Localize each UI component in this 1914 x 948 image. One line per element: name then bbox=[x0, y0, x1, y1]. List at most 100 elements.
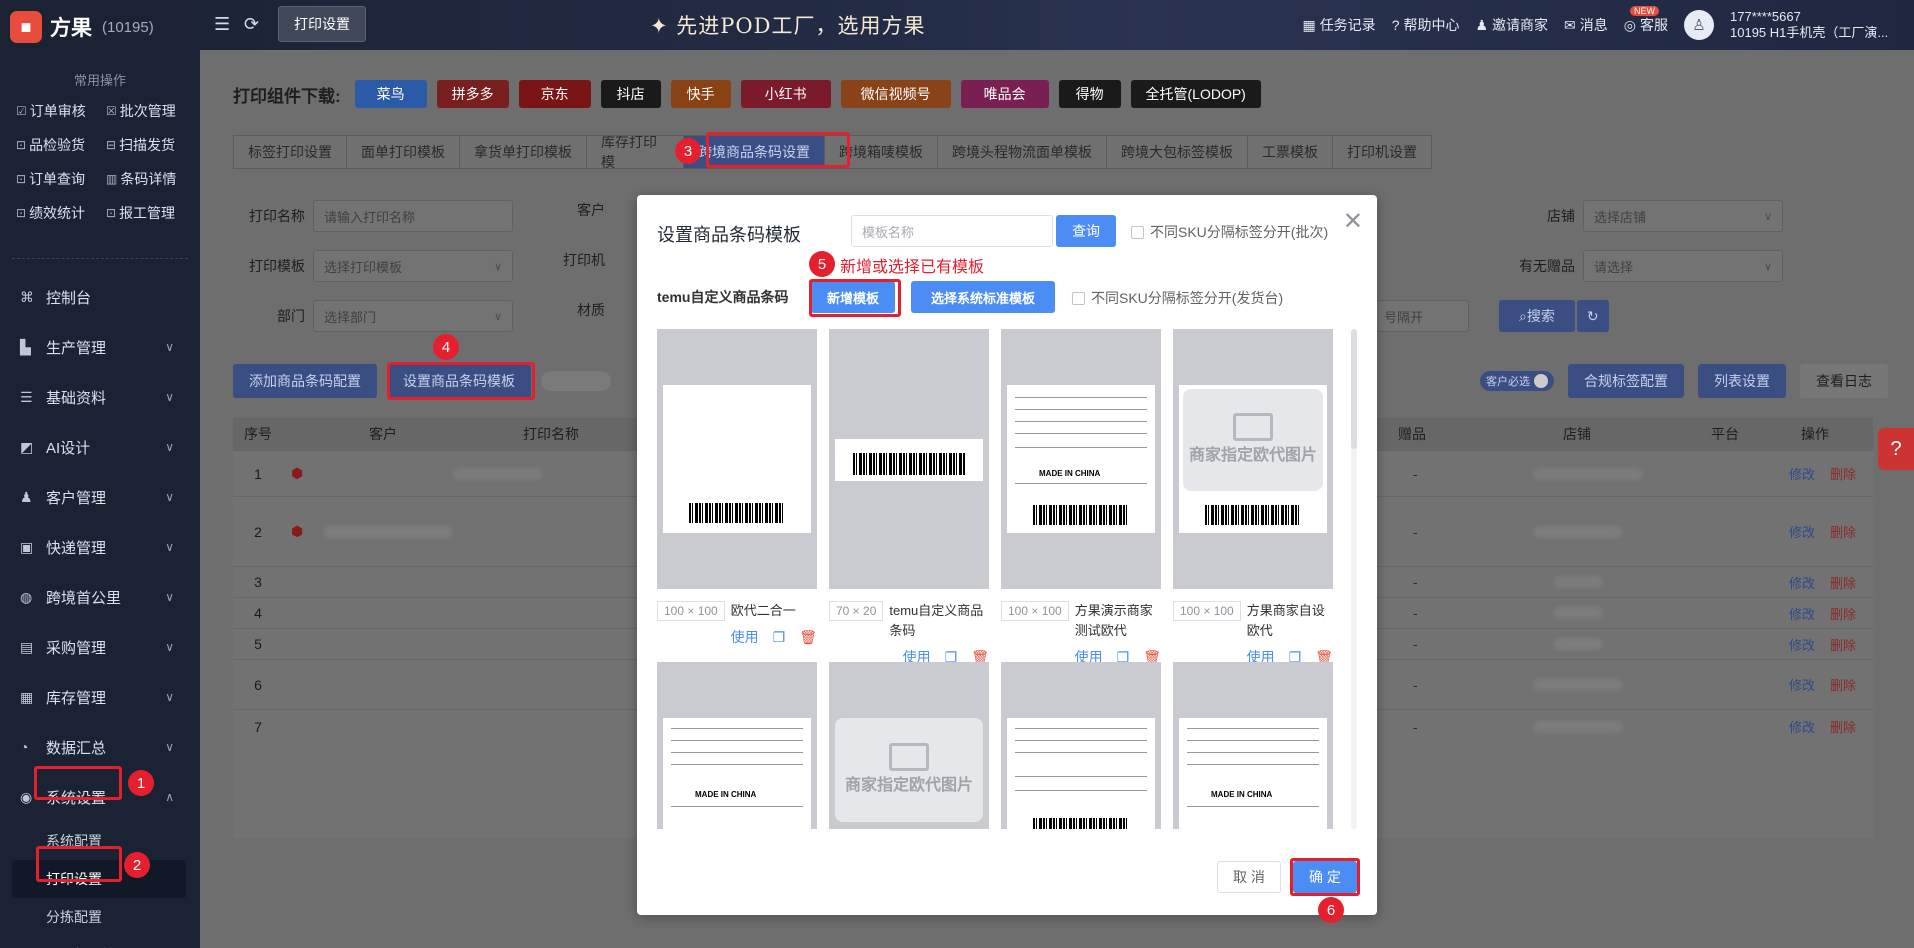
service-link[interactable]: ◎ 客服 bbox=[1624, 15, 1668, 35]
sub-item-sorting-config[interactable]: 分拣配置 bbox=[0, 898, 200, 936]
sku-batch-checkbox[interactable]: 不同SKU分隔标签分开(批次) bbox=[1131, 222, 1328, 242]
query-button[interactable]: 查询 bbox=[1056, 215, 1116, 247]
download-jd-button[interactable]: 京东 bbox=[518, 80, 591, 108]
delete-link[interactable]: 删除 bbox=[1830, 464, 1856, 483]
modal-scrollbar[interactable] bbox=[1351, 329, 1357, 829]
sidebar-item-data-summary[interactable]: ◔ 数据汇总 ∨ bbox=[0, 722, 200, 772]
sidebar-item-crossborder[interactable]: ◍ 跨境首公里 ∨ bbox=[0, 572, 200, 622]
user-info[interactable]: 177****5667 10195 H1手机壳（工厂演... bbox=[1730, 9, 1900, 41]
separator-input[interactable]: 号隔开 bbox=[1373, 300, 1469, 332]
avatar[interactable]: ♙ bbox=[1684, 10, 1714, 40]
tab-waybill-template[interactable]: 面单打印模板 bbox=[346, 135, 460, 169]
template-card[interactable]: 100 × 100 欧代二合一 使用 ❐ 🗑 bbox=[657, 329, 817, 647]
help-center-link[interactable]: ? 帮助中心 bbox=[1392, 15, 1460, 35]
template-name-search-input[interactable]: 模板名称 bbox=[851, 215, 1053, 247]
edit-link[interactable]: 修改 bbox=[1789, 675, 1815, 694]
sub-item-system-config[interactable]: 系统配置 bbox=[0, 822, 200, 860]
template-card[interactable] bbox=[1001, 662, 1161, 829]
sidebar-item-dashboard[interactable]: ⌘ 控制台 bbox=[0, 272, 200, 322]
download-xiaohongshu-button[interactable]: 小红书 bbox=[740, 80, 831, 108]
quick-item-scan-ship[interactable]: ⊟ 扫描发货 bbox=[106, 134, 192, 156]
edit-link[interactable]: 修改 bbox=[1789, 604, 1815, 623]
cancel-button[interactable]: 取 消 bbox=[1217, 861, 1281, 893]
sidebar-item-express[interactable]: ▣ 快递管理 ∨ bbox=[0, 522, 200, 572]
sidebar-item-ai-design[interactable]: ◩ AI设计 ∨ bbox=[0, 422, 200, 472]
view-log-button[interactable]: 查看日志 bbox=[1800, 364, 1888, 398]
task-record-link[interactable]: ▦ 任务记录 bbox=[1302, 15, 1375, 35]
quick-item-order-review[interactable]: ☑ 订单审核 bbox=[16, 100, 106, 122]
tab-label-print[interactable]: 标签打印设置 bbox=[233, 135, 347, 169]
refresh-icon[interactable]: ⟳ bbox=[244, 14, 259, 35]
delete-link[interactable]: 删除 bbox=[1830, 573, 1856, 592]
app-logo[interactable]: ■ 方果 (10195) bbox=[10, 6, 154, 48]
edit-link[interactable]: 修改 bbox=[1789, 717, 1815, 736]
sku-ship-checkbox[interactable]: 不同SKU分隔标签分开(发货台) bbox=[1072, 288, 1283, 308]
template-card[interactable]: MADE IN CHINA 100 × 100 方果演示商家测试欧代 使用 ❐ 🗑 bbox=[1001, 329, 1161, 667]
use-link[interactable]: 使用 bbox=[731, 627, 759, 647]
sub-item-staff-permission[interactable]: 员工权限管理 bbox=[0, 936, 200, 948]
delete-link[interactable]: 删除 bbox=[1830, 604, 1856, 623]
customer-toggle-left[interactable] bbox=[541, 371, 611, 391]
template-card[interactable]: 商家指定欧代图片 100 × 100 方果商家自设欧代 使用 ❐ 🗑 bbox=[1173, 329, 1333, 667]
new-template-button[interactable]: 新增模板 bbox=[811, 281, 895, 313]
edit-link[interactable]: 修改 bbox=[1789, 464, 1815, 483]
quick-item-performance[interactable]: ⊡ 绩效统计 bbox=[16, 202, 106, 224]
trash-icon[interactable]: 🗑 bbox=[799, 629, 817, 646]
menu-toggle-icon[interactable]: ☰ bbox=[214, 14, 230, 35]
template-card[interactable]: 商家指定欧代图片 bbox=[829, 662, 989, 829]
download-dewu-button[interactable]: 得物 bbox=[1058, 80, 1121, 108]
set-barcode-template-button[interactable]: 设置商品条码模板 bbox=[387, 364, 531, 398]
template-select[interactable]: 选择打印模板 ∨ bbox=[313, 250, 513, 282]
delete-link[interactable]: 删除 bbox=[1830, 675, 1856, 694]
compliance-label-button[interactable]: 合规标签配置 bbox=[1568, 364, 1684, 398]
sidebar-item-basic-data[interactable]: ☰ 基础资料 ∨ bbox=[0, 372, 200, 422]
download-wechat-button[interactable]: 微信视频号 bbox=[840, 80, 951, 108]
tab-crossborder-barcode[interactable]: 跨境商品条码设置 bbox=[683, 135, 825, 169]
template-card[interactable]: MADE IN CHINA bbox=[1173, 662, 1333, 829]
download-lodop-button[interactable]: 全托管(LODOP) bbox=[1130, 80, 1261, 108]
quick-item-barcode-detail[interactable]: ▥ 条码详情 bbox=[106, 168, 192, 190]
message-link[interactable]: ✉ 消息 bbox=[1564, 15, 1608, 35]
tab-print-settings[interactable]: 打印设置 bbox=[278, 6, 366, 42]
tab-printer-settings[interactable]: 打印机设置 bbox=[1332, 135, 1432, 169]
delete-link[interactable]: 删除 bbox=[1830, 717, 1856, 736]
add-barcode-config-button[interactable]: 添加商品条码配置 bbox=[233, 364, 377, 398]
scrollbar-thumb[interactable] bbox=[1351, 329, 1357, 449]
search-button[interactable]: ⌕ 搜索 bbox=[1499, 300, 1575, 332]
delete-link[interactable]: 删除 bbox=[1830, 522, 1856, 541]
quick-item-order-query[interactable]: ⊡ 订单查询 bbox=[16, 168, 106, 190]
download-douyin-button[interactable]: 抖店 bbox=[600, 80, 661, 108]
quick-item-work-report[interactable]: ⊡ 报工管理 bbox=[106, 202, 192, 224]
sidebar-item-inventory[interactable]: ▦ 库存管理 ∨ bbox=[0, 672, 200, 722]
print-name-input[interactable]: 请输入打印名称 bbox=[313, 200, 513, 232]
quick-item-batch-manage[interactable]: ☒ 批次管理 bbox=[106, 100, 192, 122]
tab-pickup-template[interactable]: 拿货单打印模板 bbox=[459, 135, 587, 169]
template-card[interactable]: 70 × 20 temu自定义商品条码 使用 ❐ 🗑 bbox=[829, 329, 989, 667]
quick-item-quality-check[interactable]: ⊡ 品检验货 bbox=[16, 134, 106, 156]
edit-link[interactable]: 修改 bbox=[1789, 573, 1815, 592]
gift-select[interactable]: 请选择 ∨ bbox=[1583, 250, 1783, 282]
sidebar-item-purchase[interactable]: ▤ 采购管理 ∨ bbox=[0, 622, 200, 672]
reset-button[interactable]: ↻ bbox=[1576, 300, 1609, 332]
list-settings-button[interactable]: 列表设置 bbox=[1698, 364, 1786, 398]
tab-crossborder-bigpack[interactable]: 跨境大包标签模板 bbox=[1106, 135, 1248, 169]
customer-required-toggle[interactable]: 客户必选 bbox=[1480, 371, 1554, 391]
download-pdd-button[interactable]: 拼多多 bbox=[436, 80, 509, 108]
confirm-button[interactable]: 确 定 bbox=[1293, 861, 1357, 893]
invite-merchant-link[interactable]: ♟ 邀请商家 bbox=[1475, 15, 1548, 35]
sidebar-item-production[interactable]: ▙ 生产管理 ∨ bbox=[0, 322, 200, 372]
help-tab-icon[interactable]: ? bbox=[1878, 428, 1914, 470]
tab-stock-print[interactable]: 库存打印模 bbox=[586, 135, 684, 169]
close-icon[interactable]: ✕ bbox=[1343, 207, 1363, 236]
tab-work-ticket[interactable]: 工票模板 bbox=[1247, 135, 1333, 169]
sub-item-print-settings[interactable]: 打印设置 bbox=[12, 860, 186, 898]
download-vip-button[interactable]: 唯品会 bbox=[960, 80, 1049, 108]
dept-select[interactable]: 选择部门 ∨ bbox=[313, 300, 513, 332]
copy-icon[interactable]: ❐ bbox=[773, 629, 786, 646]
edit-link[interactable]: 修改 bbox=[1789, 635, 1815, 654]
download-cainiao-button[interactable]: 菜鸟 bbox=[354, 80, 427, 108]
template-card[interactable]: MADE IN CHINA bbox=[657, 662, 817, 829]
edit-link[interactable]: 修改 bbox=[1789, 522, 1815, 541]
tab-crossborder-box[interactable]: 跨境箱唛模板 bbox=[824, 135, 938, 169]
tab-crossborder-logistics[interactable]: 跨境头程物流面单模板 bbox=[937, 135, 1107, 169]
